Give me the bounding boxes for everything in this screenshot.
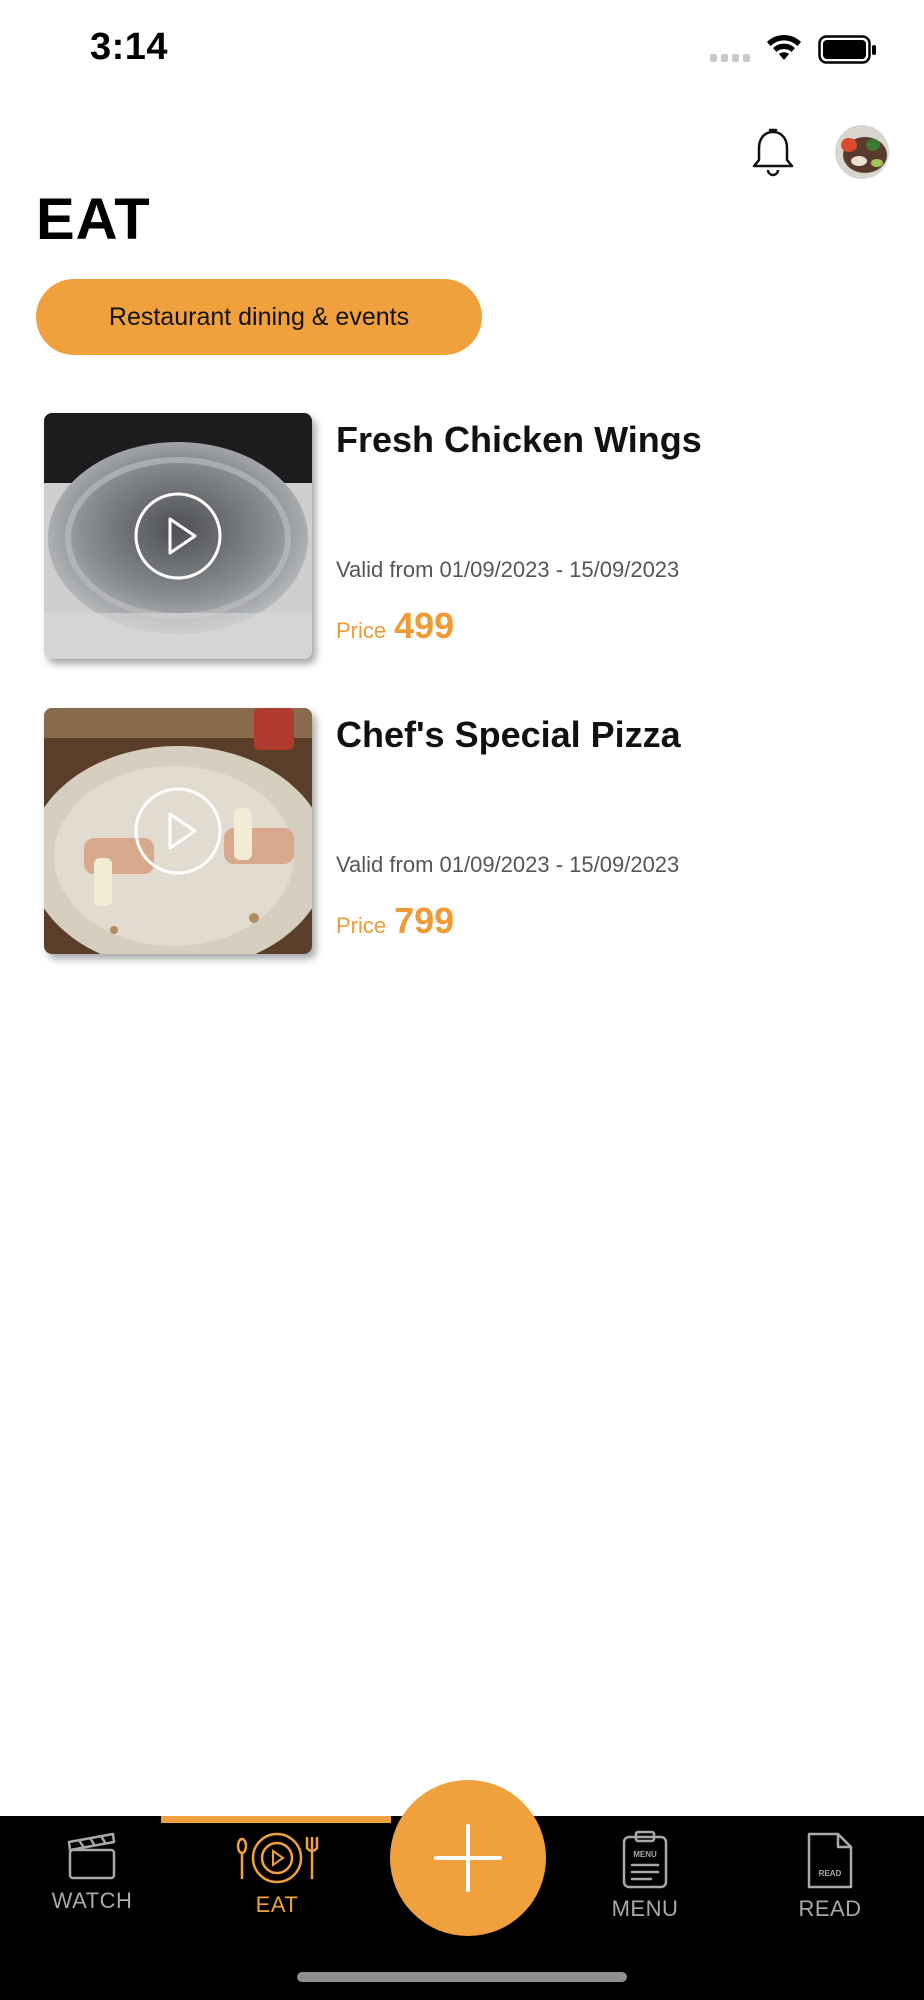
plus-icon [434,1824,502,1892]
tab-label: WATCH [51,1888,133,1913]
plate-play-icon [236,1832,319,1884]
tab-label: MENU [611,1896,679,1921]
avatar[interactable] [835,125,889,179]
menu-clipboard-icon: MENU [622,1830,668,1889]
tab-label: READ [798,1896,862,1921]
read-document-icon: READ [807,1832,853,1889]
price-value: 499 [394,605,455,646]
price-value: 799 [394,900,455,941]
tab-label: EAT [255,1892,299,1917]
price-label: Price [336,913,387,938]
tab-eat[interactable]: EAT [185,1816,369,1946]
list-item[interactable]: Chef's Special Pizza Valid from 01/09/20… [44,708,884,954]
video-thumbnail[interactable] [44,413,312,659]
item-title: Fresh Chicken Wings [336,419,702,460]
tab-watch[interactable]: WATCH [0,1816,184,1946]
item-validity: Valid from 01/09/2023 - 15/09/2023 [336,852,680,877]
signal-icon [710,54,750,62]
svg-text:READ: READ [819,1869,842,1878]
tab-menu[interactable]: MENU MENU [553,1816,737,1946]
filter-chip-restaurant-dining[interactable]: Restaurant dining & events [36,279,482,355]
page-title: EAT [36,187,151,252]
play-icon[interactable] [133,786,223,876]
clapperboard-icon [67,1832,116,1880]
status-time: 3:14 [90,26,169,68]
home-indicator [297,1972,627,1982]
video-thumbnail[interactable] [44,708,312,954]
list-item[interactable]: Fresh Chicken Wings Valid from 01/09/202… [44,413,884,659]
play-icon[interactable] [133,491,223,581]
wifi-icon [767,34,801,60]
battery-icon [818,35,876,64]
item-price: Price 799 [336,900,454,942]
item-validity: Valid from 01/09/2023 - 15/09/2023 [336,557,680,582]
price-label: Price [336,618,387,643]
item-price: Price 499 [336,605,454,647]
add-button[interactable] [390,1780,546,1936]
tab-read[interactable]: READ READ [738,1816,922,1946]
svg-text:MENU: MENU [633,1850,657,1859]
bell-icon[interactable] [748,126,798,178]
status-bar: 3:14 [0,0,924,100]
item-title: Chef's Special Pizza [336,714,681,755]
